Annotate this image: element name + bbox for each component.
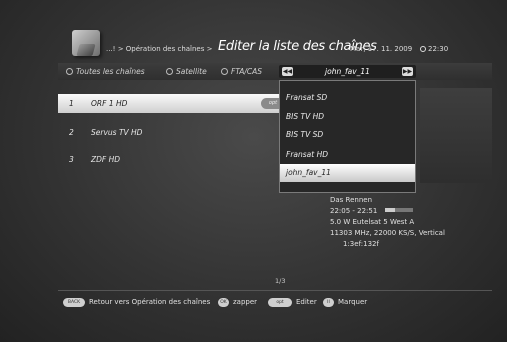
- channel-number: 1: [69, 99, 74, 108]
- transponder-info: 11303 MHz, 22000 KS/S, Vertical: [330, 229, 445, 237]
- filter-all-channels[interactable]: Toutes les chaînes: [66, 67, 145, 76]
- date-display: Mar, 17. 11. 2009: [350, 45, 413, 53]
- time-display: 22:30: [420, 45, 448, 53]
- mark-key-icon: II: [323, 298, 334, 307]
- program-progress-fill: [385, 208, 396, 212]
- radio-icon: [166, 68, 173, 75]
- channel-row[interactable]: 3 ZDF HD: [58, 148, 283, 175]
- channel-row[interactable]: 2 Servus TV HD: [58, 121, 283, 148]
- tv-screen: ...! > Opération des chaînes > Editer la…: [0, 0, 507, 342]
- favorite-list-dropdown: Fransat SD BIS TV HD BIS TV SD Fransat H…: [279, 80, 416, 193]
- satellite-name: 5.0 W Eutelsat 5 West A: [330, 218, 415, 226]
- program-title: Das Rennen: [330, 196, 373, 204]
- mark-label: Marquer: [338, 298, 368, 306]
- header: ...! > Opération des chaînes > Editer la…: [72, 30, 492, 60]
- dropdown-item[interactable]: Fransat HD: [286, 150, 328, 159]
- ok-label: zapper: [233, 298, 258, 306]
- opt-key-icon: opt: [268, 298, 292, 307]
- clock-icon: [420, 46, 426, 52]
- channel-row[interactable]: 1 ORF 1 HD opt: [58, 94, 285, 113]
- filter-fta-cas[interactable]: FTA/CAS: [221, 67, 262, 76]
- ok-key-icon: OK: [218, 298, 229, 307]
- preview-panel: [420, 88, 492, 183]
- radio-icon: [221, 68, 228, 75]
- channel-name: Servus TV HD: [91, 128, 143, 137]
- program-progress-bar: [385, 208, 414, 212]
- dropdown-item[interactable]: BIS TV HD: [286, 112, 324, 121]
- radio-icon: [66, 68, 73, 75]
- filter-bar: Toutes les chaînes Satellite FTA/CAS ◀◀ …: [58, 63, 492, 80]
- tv-logo-icon: [72, 30, 100, 56]
- opt-label: Editer: [296, 298, 317, 306]
- dropdown-item-selected[interactable]: john_fav_11: [280, 164, 415, 182]
- dropdown-item[interactable]: BIS TV SD: [286, 130, 323, 139]
- favorite-list-name: john_fav_11: [325, 67, 370, 76]
- back-key-icon: BACK: [63, 298, 85, 307]
- page-indicator: 1/3: [275, 277, 286, 285]
- program-time: 22:05 - 22:51: [330, 207, 378, 215]
- breadcrumb: ...! > Opération des chaînes >: [106, 45, 213, 53]
- program-time-row: 22:05 - 22:51: [330, 206, 445, 217]
- footer-help-bar: BACK Retour vers Opération des chaînes O…: [58, 290, 492, 310]
- dropdown-item[interactable]: Fransat SD: [286, 93, 327, 102]
- favorite-list-selector[interactable]: ◀◀ john_fav_11 ▶▶: [279, 65, 416, 78]
- filter-label: Satellite: [176, 67, 207, 76]
- time-text: 22:30: [428, 45, 449, 53]
- program-info: Das Rennen 22:05 - 22:51 5.0 W Eutelsat …: [330, 195, 445, 250]
- filter-label: FTA/CAS: [231, 67, 262, 76]
- channel-number: 3: [69, 155, 74, 164]
- channel-name: ZDF HD: [91, 155, 121, 164]
- filter-satellite[interactable]: Satellite: [166, 67, 207, 76]
- channel-number: 2: [69, 128, 74, 137]
- back-label: Retour vers Opération des chaînes: [89, 298, 211, 306]
- filter-label: Toutes les chaînes: [76, 67, 145, 76]
- channel-list: 1 ORF 1 HD opt 2 Servus TV HD 3 ZDF HD: [58, 94, 285, 175]
- channel-name: ORF 1 HD: [91, 99, 128, 108]
- next-list-icon[interactable]: ▶▶: [402, 67, 413, 76]
- service-id: 1:3ef:132f: [343, 240, 379, 248]
